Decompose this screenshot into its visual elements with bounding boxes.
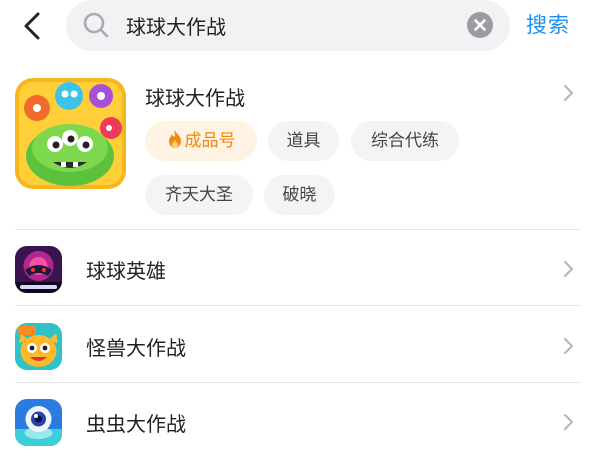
flame-icon bbox=[168, 130, 181, 148]
tag-label: 成品号 bbox=[184, 131, 236, 151]
chevron-right-icon bbox=[564, 414, 573, 430]
top-bar: 搜索 bbox=[0, 0, 596, 56]
monster-icon bbox=[15, 323, 62, 370]
divider bbox=[15, 305, 581, 306]
tag-poxiao[interactable]: 破晓 bbox=[264, 175, 335, 215]
game-result-card[interactable]: 球球大作战 成品号 道具 综合代练 齐天大圣 破晓 bbox=[0, 60, 596, 230]
list-item-label: 球球英雄 bbox=[86, 259, 166, 283]
fusion-crush-icon bbox=[15, 246, 62, 293]
tag-props[interactable]: 道具 bbox=[268, 121, 339, 161]
tag-label: 道具 bbox=[286, 131, 321, 151]
list-item-label: 虫虫大作战 bbox=[86, 412, 186, 436]
green-monster-icon bbox=[15, 78, 126, 189]
search-box[interactable] bbox=[66, 0, 510, 51]
list-item[interactable]: 怪兽大作战 bbox=[0, 307, 596, 382]
back-button[interactable] bbox=[18, 10, 48, 42]
clear-icon[interactable] bbox=[466, 11, 494, 39]
chevron-right-icon bbox=[564, 261, 573, 277]
search-icon bbox=[83, 12, 109, 38]
list-item-label: 怪兽大作战 bbox=[86, 336, 186, 360]
chevron-left-icon bbox=[24, 12, 40, 40]
chevron-right-icon bbox=[564, 338, 573, 354]
game-title: 球球大作战 bbox=[145, 86, 245, 110]
game-icon[interactable] bbox=[15, 78, 126, 189]
tag-label: 齐天大圣 bbox=[165, 185, 233, 205]
tag-finished-account[interactable]: 成品号 bbox=[145, 121, 257, 161]
tag-boosting[interactable]: 综合代练 bbox=[351, 121, 459, 161]
tag-label: 破晓 bbox=[282, 185, 317, 205]
search-button[interactable]: 搜索 bbox=[526, 9, 570, 39]
bug-eye-icon bbox=[15, 399, 62, 446]
list-item[interactable]: 球球英雄 bbox=[0, 230, 596, 305]
tag-label: 综合代练 bbox=[371, 131, 439, 151]
chevron-right-icon bbox=[564, 85, 573, 101]
search-input[interactable] bbox=[126, 8, 446, 42]
list-item[interactable]: 虫虫大作战 bbox=[0, 383, 596, 458]
tag-qitian-dasheng[interactable]: 齐天大圣 bbox=[145, 175, 253, 215]
